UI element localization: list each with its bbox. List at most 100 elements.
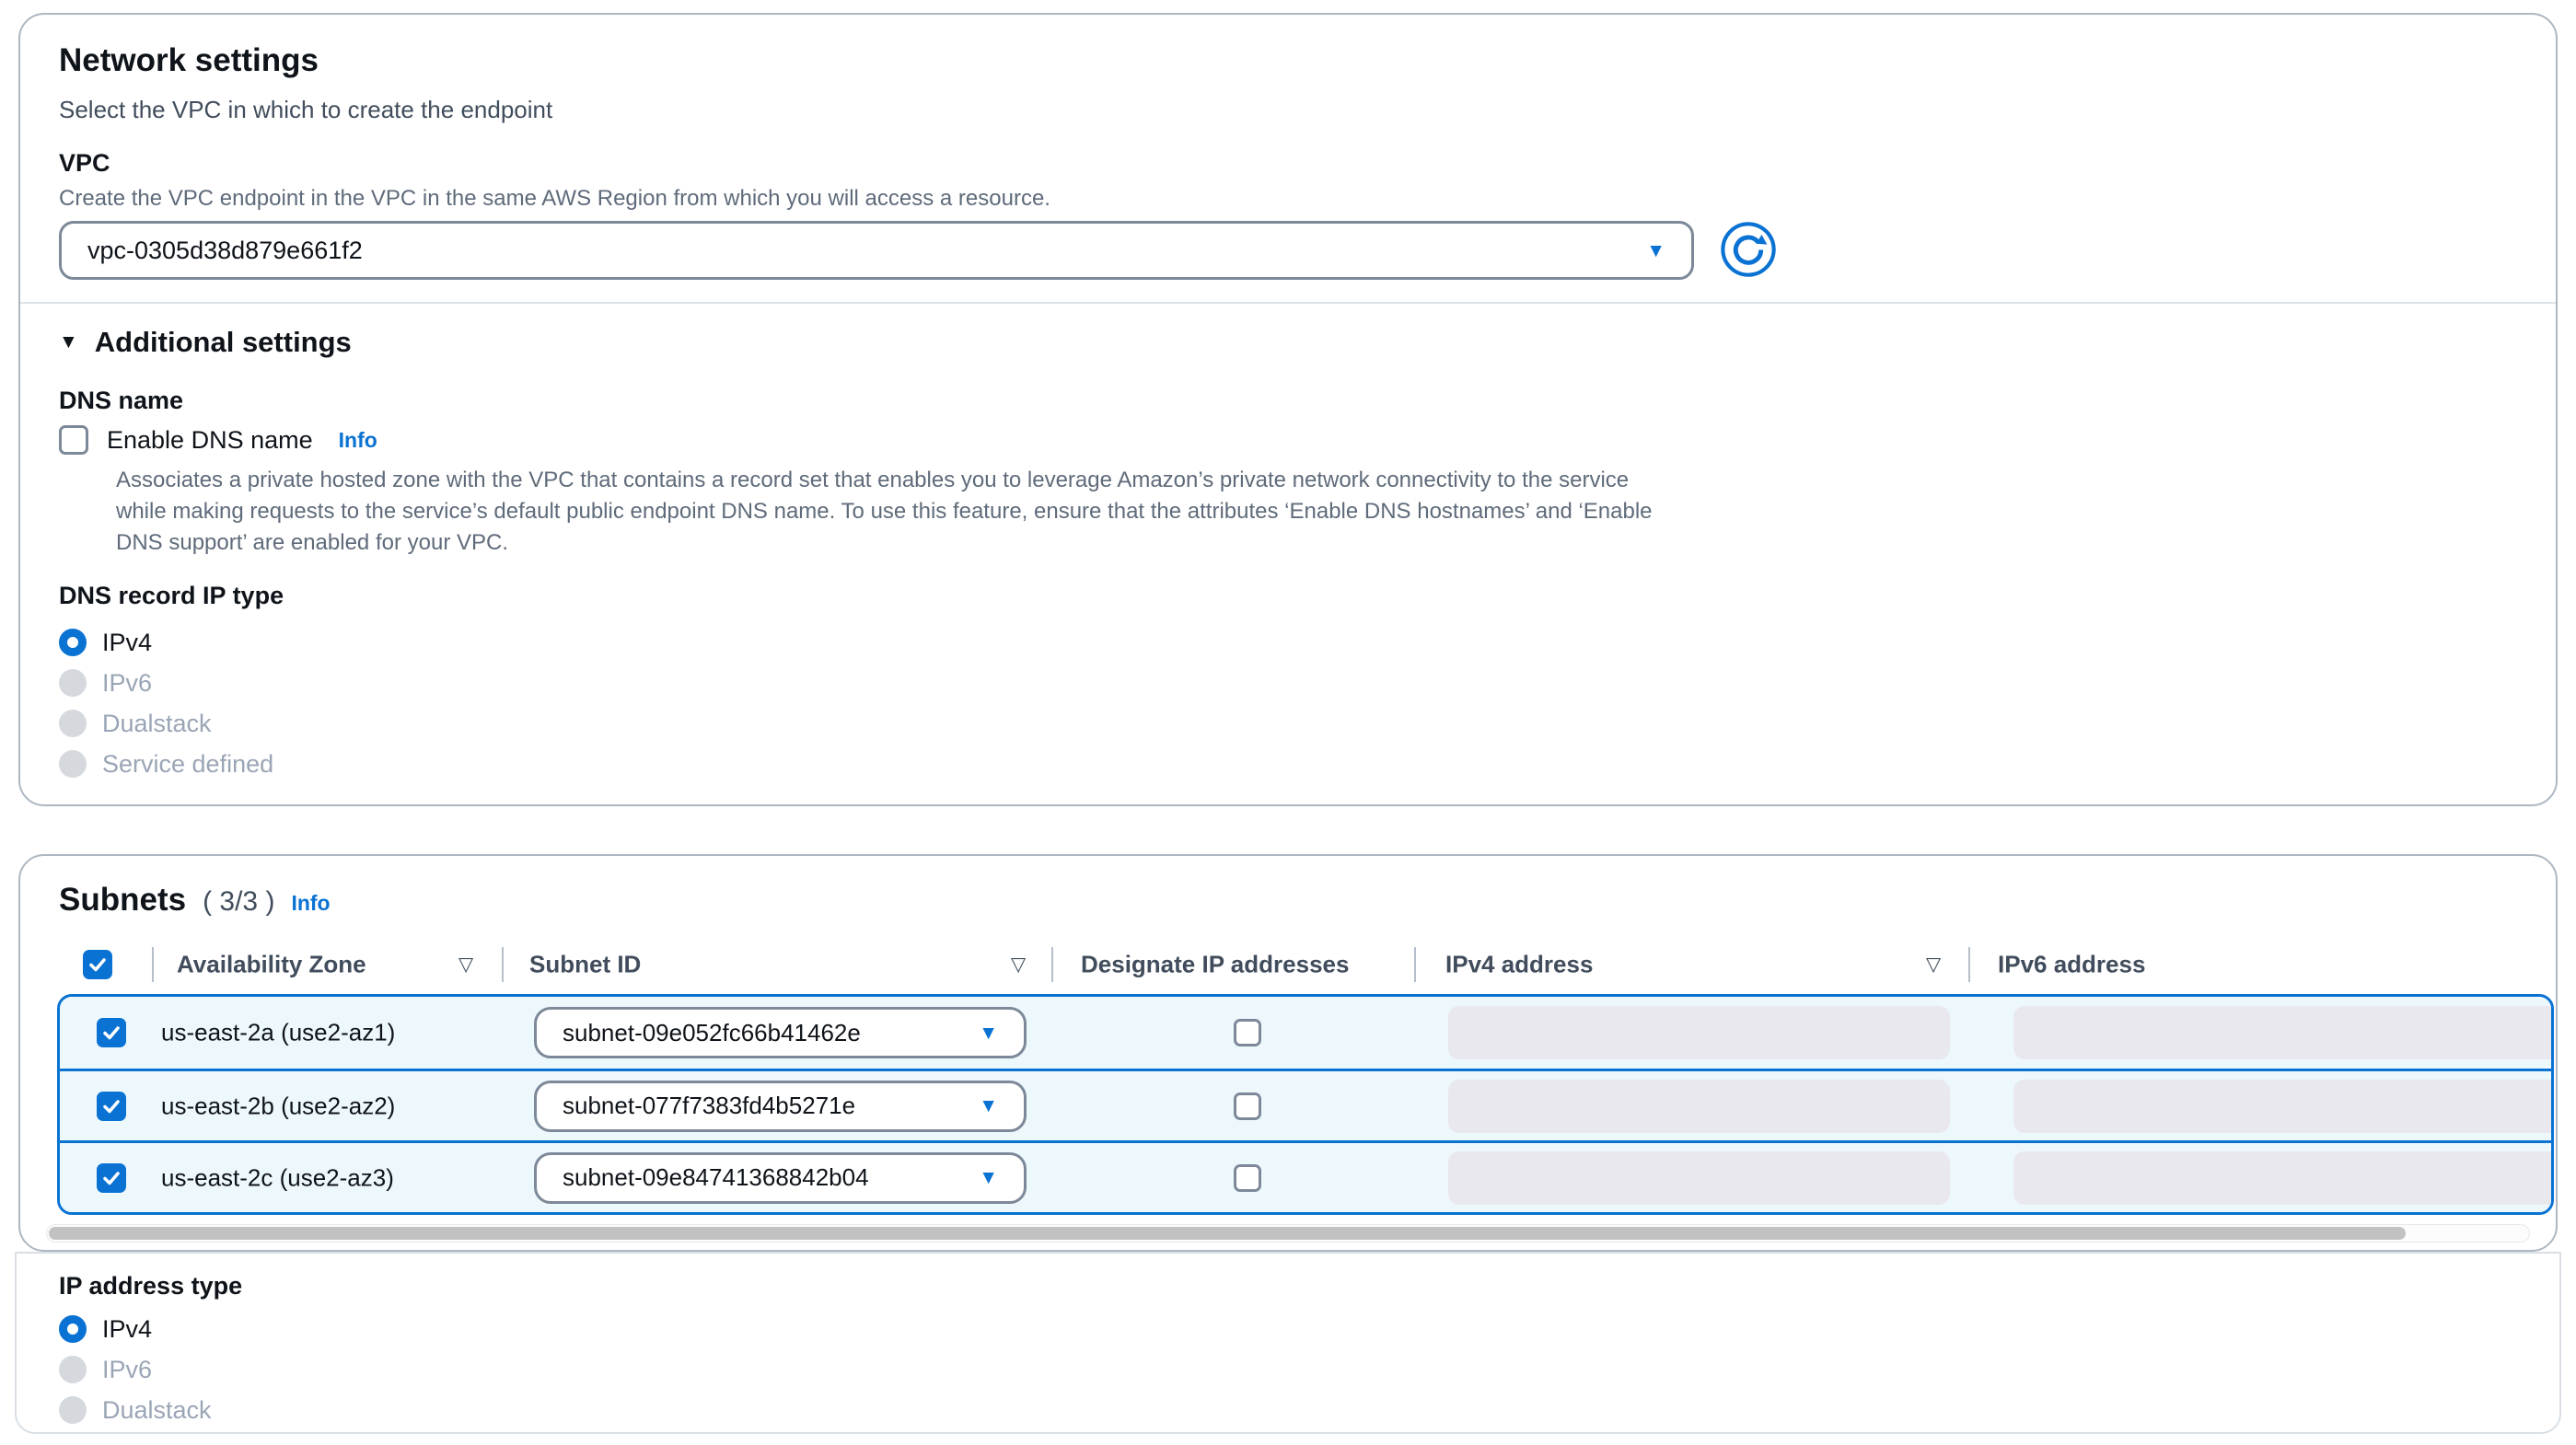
vpc-description: Create the VPC endpoint in the VPC in th… bbox=[59, 186, 1050, 212]
subnet-select-value: subnet-09e052fc66b41462e bbox=[563, 1019, 861, 1047]
dns-description-line: Associates a private hosted zone with th… bbox=[116, 465, 1653, 496]
ipv4-address-field-row2 bbox=[1448, 1080, 1950, 1133]
ipv6-address-field-row1 bbox=[2013, 1006, 2554, 1059]
radio-label: Service defined bbox=[102, 750, 273, 779]
radio-ip-dualstack: Dualstack bbox=[59, 1390, 212, 1430]
radio-disabled-icon bbox=[59, 710, 87, 737]
subnets-card: Subnets ( 3/3 ) Info Availability Zone ▽… bbox=[18, 854, 2558, 1252]
dns-name-description: Associates a private hosted zone with th… bbox=[116, 465, 1653, 559]
subnet-select-row1[interactable]: subnet-09e052fc66b41462e ▼ bbox=[534, 1007, 1027, 1058]
vpc-select-value: vpc-0305d38d879e661f2 bbox=[87, 237, 363, 265]
dns-record-ip-type-label: DNS record IP type bbox=[59, 582, 284, 610]
subnets-title: Subnets bbox=[59, 882, 186, 919]
scrollbar-thumb[interactable] bbox=[49, 1227, 2406, 1240]
col-ipv6-address: IPv6 address bbox=[1998, 951, 2145, 979]
column-divider bbox=[152, 947, 154, 982]
radio-selected-icon bbox=[59, 1315, 87, 1343]
designate-ip-checkbox-row1[interactable] bbox=[1234, 1019, 1261, 1046]
vpc-select[interactable]: vpc-0305d38d879e661f2 ▼ bbox=[59, 221, 1694, 280]
subnets-info-link[interactable]: Info bbox=[291, 891, 330, 916]
radio-label: IPv4 bbox=[102, 1315, 152, 1344]
radio-label: Dualstack bbox=[102, 710, 212, 738]
table-row: us-east-2a (use2-az1) subnet-09e052fc66b… bbox=[60, 997, 2551, 1069]
radio-dns-dualstack: Dualstack bbox=[59, 703, 273, 744]
row-checkbox-2[interactable] bbox=[97, 1092, 126, 1121]
additional-settings-title: Additional settings bbox=[95, 326, 352, 359]
availability-zone-cell: us-east-2b (use2-az2) bbox=[161, 1092, 395, 1120]
ip-address-type-section: IP address type IPv4 IPv6 Dualstack bbox=[15, 1252, 2561, 1434]
radio-selected-icon bbox=[59, 629, 87, 656]
network-settings-card: Network settings Select the VPC in which… bbox=[18, 13, 2558, 806]
radio-dns-ipv4[interactable]: IPv4 bbox=[59, 622, 273, 663]
column-divider bbox=[1414, 947, 1416, 982]
column-divider bbox=[1051, 947, 1053, 982]
check-icon bbox=[100, 1095, 122, 1117]
refresh-icon bbox=[1720, 221, 1777, 278]
col-ipv4-address: IPv4 address bbox=[1445, 951, 1593, 979]
radio-disabled-icon bbox=[59, 1356, 87, 1383]
radio-label: IPv6 bbox=[102, 1356, 152, 1384]
page-title: Network settings bbox=[59, 42, 319, 79]
col-subnet-id: Subnet ID bbox=[529, 951, 641, 979]
row-checkbox-1[interactable] bbox=[97, 1018, 126, 1047]
dns-name-label: DNS name bbox=[59, 387, 183, 415]
column-divider bbox=[502, 947, 504, 982]
radio-disabled-icon bbox=[59, 750, 87, 778]
table-row: us-east-2c (use2-az3) subnet-09e84741368… bbox=[60, 1140, 2551, 1212]
subnet-select-row3[interactable]: subnet-09e84741368842b04 ▼ bbox=[534, 1152, 1027, 1204]
check-icon bbox=[87, 954, 109, 976]
column-divider bbox=[1968, 947, 1970, 982]
designate-ip-checkbox-row3[interactable] bbox=[1234, 1164, 1261, 1192]
dns-name-info-link[interactable]: Info bbox=[339, 428, 377, 453]
subnet-select-value: subnet-077f7383fd4b5271e bbox=[563, 1092, 855, 1120]
dns-description-line: while making requests to the service’s d… bbox=[116, 496, 1653, 527]
caret-down-icon: ▼ bbox=[979, 1023, 998, 1043]
availability-zone-cell: us-east-2a (use2-az1) bbox=[161, 1019, 395, 1047]
collapse-arrow-icon: ▼ bbox=[59, 331, 78, 353]
col-designate-ip: Designate IP addresses bbox=[1081, 951, 1349, 979]
designate-ip-checkbox-row2[interactable] bbox=[1234, 1092, 1261, 1120]
radio-dns-service-defined: Service defined bbox=[59, 744, 273, 784]
radio-dns-ipv6: IPv6 bbox=[59, 663, 273, 703]
sort-icon[interactable]: ▽ bbox=[1926, 954, 1941, 977]
sort-icon[interactable]: ▽ bbox=[458, 954, 473, 977]
horizontal-scrollbar bbox=[46, 1224, 2530, 1243]
enable-dns-name-checkbox[interactable] bbox=[59, 425, 88, 455]
section-divider bbox=[20, 302, 2556, 304]
subnets-table-body: us-east-2a (use2-az1) subnet-09e052fc66b… bbox=[57, 994, 2554, 1215]
dns-record-ip-type-radio-group: IPv4 IPv6 Dualstack Service defined bbox=[59, 622, 273, 784]
radio-ip-ipv4[interactable]: IPv4 bbox=[59, 1309, 212, 1349]
sort-icon[interactable]: ▽ bbox=[1011, 954, 1026, 977]
subnets-table-header: Availability Zone ▽ Subnet ID ▽ Designat… bbox=[20, 942, 2556, 987]
ipv4-address-field-row1 bbox=[1448, 1006, 1950, 1059]
radio-label: IPv6 bbox=[102, 669, 152, 698]
dns-description-line: DNS support’ are enabled for your VPC. bbox=[116, 527, 1653, 559]
radio-label: Dualstack bbox=[102, 1396, 212, 1425]
ipv6-address-field-row2 bbox=[2013, 1080, 2554, 1133]
vpc-label: VPC bbox=[59, 149, 110, 178]
subnets-count: ( 3/3 ) bbox=[203, 886, 274, 918]
table-row: us-east-2b (use2-az2) subnet-077f7383fd4… bbox=[60, 1069, 2551, 1140]
caret-down-icon: ▼ bbox=[1646, 241, 1665, 260]
caret-down-icon: ▼ bbox=[979, 1096, 998, 1116]
row-checkbox-3[interactable] bbox=[97, 1163, 126, 1193]
refresh-button[interactable] bbox=[1720, 221, 1777, 278]
caret-down-icon: ▼ bbox=[979, 1168, 998, 1187]
check-icon bbox=[100, 1022, 122, 1044]
select-all-checkbox[interactable] bbox=[83, 950, 112, 979]
network-settings-subtitle: Select the VPC in which to create the en… bbox=[59, 96, 552, 124]
radio-disabled-icon bbox=[59, 1396, 87, 1424]
radio-disabled-icon bbox=[59, 669, 87, 697]
subnet-select-row2[interactable]: subnet-077f7383fd4b5271e ▼ bbox=[534, 1081, 1027, 1132]
check-icon bbox=[100, 1167, 122, 1189]
additional-settings-toggle[interactable]: ▼ Additional settings bbox=[59, 326, 352, 359]
ip-address-type-label: IP address type bbox=[59, 1272, 242, 1300]
enable-dns-name-checkbox-label: Enable DNS name bbox=[107, 426, 313, 455]
col-availability-zone: Availability Zone bbox=[177, 951, 366, 979]
radio-ip-ipv6: IPv6 bbox=[59, 1349, 212, 1390]
availability-zone-cell: us-east-2c (use2-az3) bbox=[161, 1163, 394, 1192]
ip-address-type-radio-group: IPv4 IPv6 Dualstack bbox=[59, 1309, 212, 1430]
subnet-select-value: subnet-09e84741368842b04 bbox=[563, 1163, 869, 1192]
ipv4-address-field-row3 bbox=[1448, 1151, 1950, 1205]
radio-label: IPv4 bbox=[102, 629, 152, 657]
